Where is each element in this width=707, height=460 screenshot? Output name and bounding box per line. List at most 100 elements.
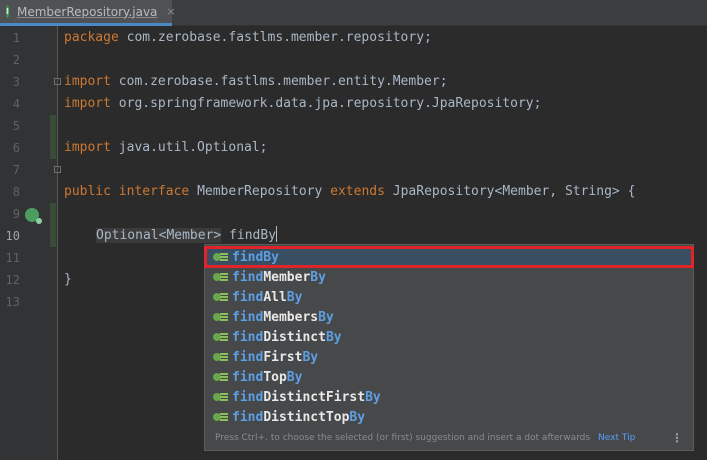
matched-text: By (349, 409, 366, 425)
code-completion-popup: findBy findMemberBy findAllBy findMember… (204, 244, 694, 451)
completion-text: Member (263, 269, 311, 285)
completion-hint: Press Ctrl+. to choose the selected (or … (215, 433, 591, 443)
matched-text: By (365, 389, 381, 405)
code-line-8: public interface MemberRepository extend… (64, 181, 635, 203)
line-number: 3 (12, 75, 20, 89)
code-line-6: import java.util.Optional; (64, 137, 268, 159)
matched-text: By (325, 329, 342, 345)
code-line-12: } (64, 272, 72, 287)
code-line-3: import com.zerobase.fastlms.member.entit… (64, 71, 448, 93)
method-icon (213, 332, 228, 342)
code-text: findBy (221, 228, 277, 243)
completion-label: findMemberBy (232, 270, 326, 285)
matched-text: find (232, 289, 264, 305)
matched-text: find (232, 369, 264, 385)
matched-text: By (302, 349, 319, 365)
method-icon (213, 372, 228, 382)
completion-text: DistinctFirst (263, 389, 366, 405)
tab-member-repository[interactable]: I MemberRepository.java × (0, 0, 176, 26)
keyword: extends (330, 184, 385, 199)
completion-label: findBy (232, 250, 279, 265)
code-text: com.zerobase.fastlms.member.entity.Membe… (110, 74, 448, 89)
editor-tab-bar: I MemberRepository.java × (0, 0, 707, 26)
next-tip-link[interactable]: Next Tip (598, 433, 635, 443)
line-number: 5 (12, 119, 20, 133)
line-number: 4 (12, 97, 20, 111)
completion-item-findby[interactable]: findBy (204, 246, 694, 268)
code-text: MemberRepository (189, 184, 331, 199)
completion-item[interactable]: findMembersBy (205, 307, 693, 327)
interface-icon: I (6, 5, 9, 18)
matched-text: find (232, 269, 264, 285)
completion-item[interactable]: findTopBy (205, 367, 693, 387)
line-number: 12 (5, 273, 20, 287)
completion-text: All (263, 289, 287, 305)
keyword: import (64, 74, 111, 89)
code-text: org.springframework.data.jpa.repository.… (110, 96, 542, 111)
code-text: JpaRepository<Member, String> { (384, 184, 636, 199)
code-text: com.zerobase.fastlms.member.repository; (118, 30, 432, 45)
completion-item[interactable]: findMemberBy (205, 267, 693, 287)
completion-label: findDistinctTopBy (232, 410, 365, 425)
completion-text: Distinct (263, 329, 326, 345)
keyword: import (64, 96, 111, 111)
line-number: 9 (12, 207, 20, 221)
implemented-by-icon[interactable] (25, 208, 42, 224)
method-icon (213, 392, 228, 402)
completion-item[interactable]: findDistinctBy (205, 327, 693, 347)
line-number: 8 (12, 185, 20, 199)
completion-label: findAllBy (232, 290, 302, 305)
line-number: 1 (12, 31, 20, 45)
keyword: interface (118, 184, 190, 199)
line-number: 6 (12, 141, 20, 155)
completion-item[interactable]: findDistinctFirstBy (205, 387, 693, 407)
matched-text: findBy (232, 249, 279, 265)
completion-text: First (263, 349, 303, 365)
matched-text: By (286, 369, 303, 385)
line-number: 13 (5, 295, 20, 309)
method-icon (213, 412, 228, 422)
keyword: package (64, 30, 119, 45)
keyword: public (64, 184, 111, 199)
matched-text: find (232, 309, 264, 325)
vcs-change-marker[interactable] (50, 203, 56, 247)
completion-label: findFirstBy (232, 350, 318, 365)
matched-text: By (286, 289, 303, 305)
completion-item[interactable]: findDistinctTopBy (205, 407, 693, 427)
code-text: java.util.Optional; (110, 140, 268, 155)
matched-text: By (310, 269, 326, 285)
text-caret (276, 226, 278, 242)
line-number-current: 10 (5, 229, 20, 243)
method-icon (213, 312, 228, 322)
completion-text: Members (263, 309, 319, 325)
code-line-4: import org.springframework.data.jpa.repo… (64, 93, 541, 115)
matched-text: find (232, 389, 264, 405)
matched-text: By (318, 309, 334, 325)
completion-footer: Press Ctrl+. to choose the selected (or … (205, 426, 693, 450)
completion-text: DistinctTop (263, 409, 350, 425)
code-line-1: package com.zerobase.fastlms.member.repo… (64, 27, 432, 49)
line-number-gutter[interactable]: 1 2 3 4 5 6 7 8 9 10 11 12 13 (0, 26, 61, 460)
vcs-change-marker[interactable] (50, 115, 56, 159)
method-icon (213, 252, 228, 262)
matched-text: find (232, 349, 264, 365)
kebab-menu-icon[interactable]: ⋮ (671, 432, 683, 444)
type-reference: Optional<Member> (96, 228, 222, 243)
keyword: import (64, 140, 111, 155)
line-number: 2 (12, 53, 20, 67)
method-icon (213, 292, 228, 302)
completion-label: findDistinctFirstBy (232, 390, 381, 405)
completion-label: findDistinctBy (232, 330, 342, 345)
completion-text: Top (263, 369, 287, 385)
matched-text: find (232, 409, 264, 425)
method-icon (213, 352, 228, 362)
line-number: 7 (12, 163, 20, 177)
completion-item[interactable]: findAllBy (205, 287, 693, 307)
completion-item[interactable]: findFirstBy (205, 347, 693, 367)
method-icon (213, 272, 228, 282)
completion-label: findTopBy (232, 370, 302, 385)
matched-text: find (232, 329, 264, 345)
close-icon[interactable]: × (166, 5, 175, 18)
tab-label: MemberRepository.java (16, 4, 158, 19)
completion-label: findMembersBy (232, 310, 334, 325)
